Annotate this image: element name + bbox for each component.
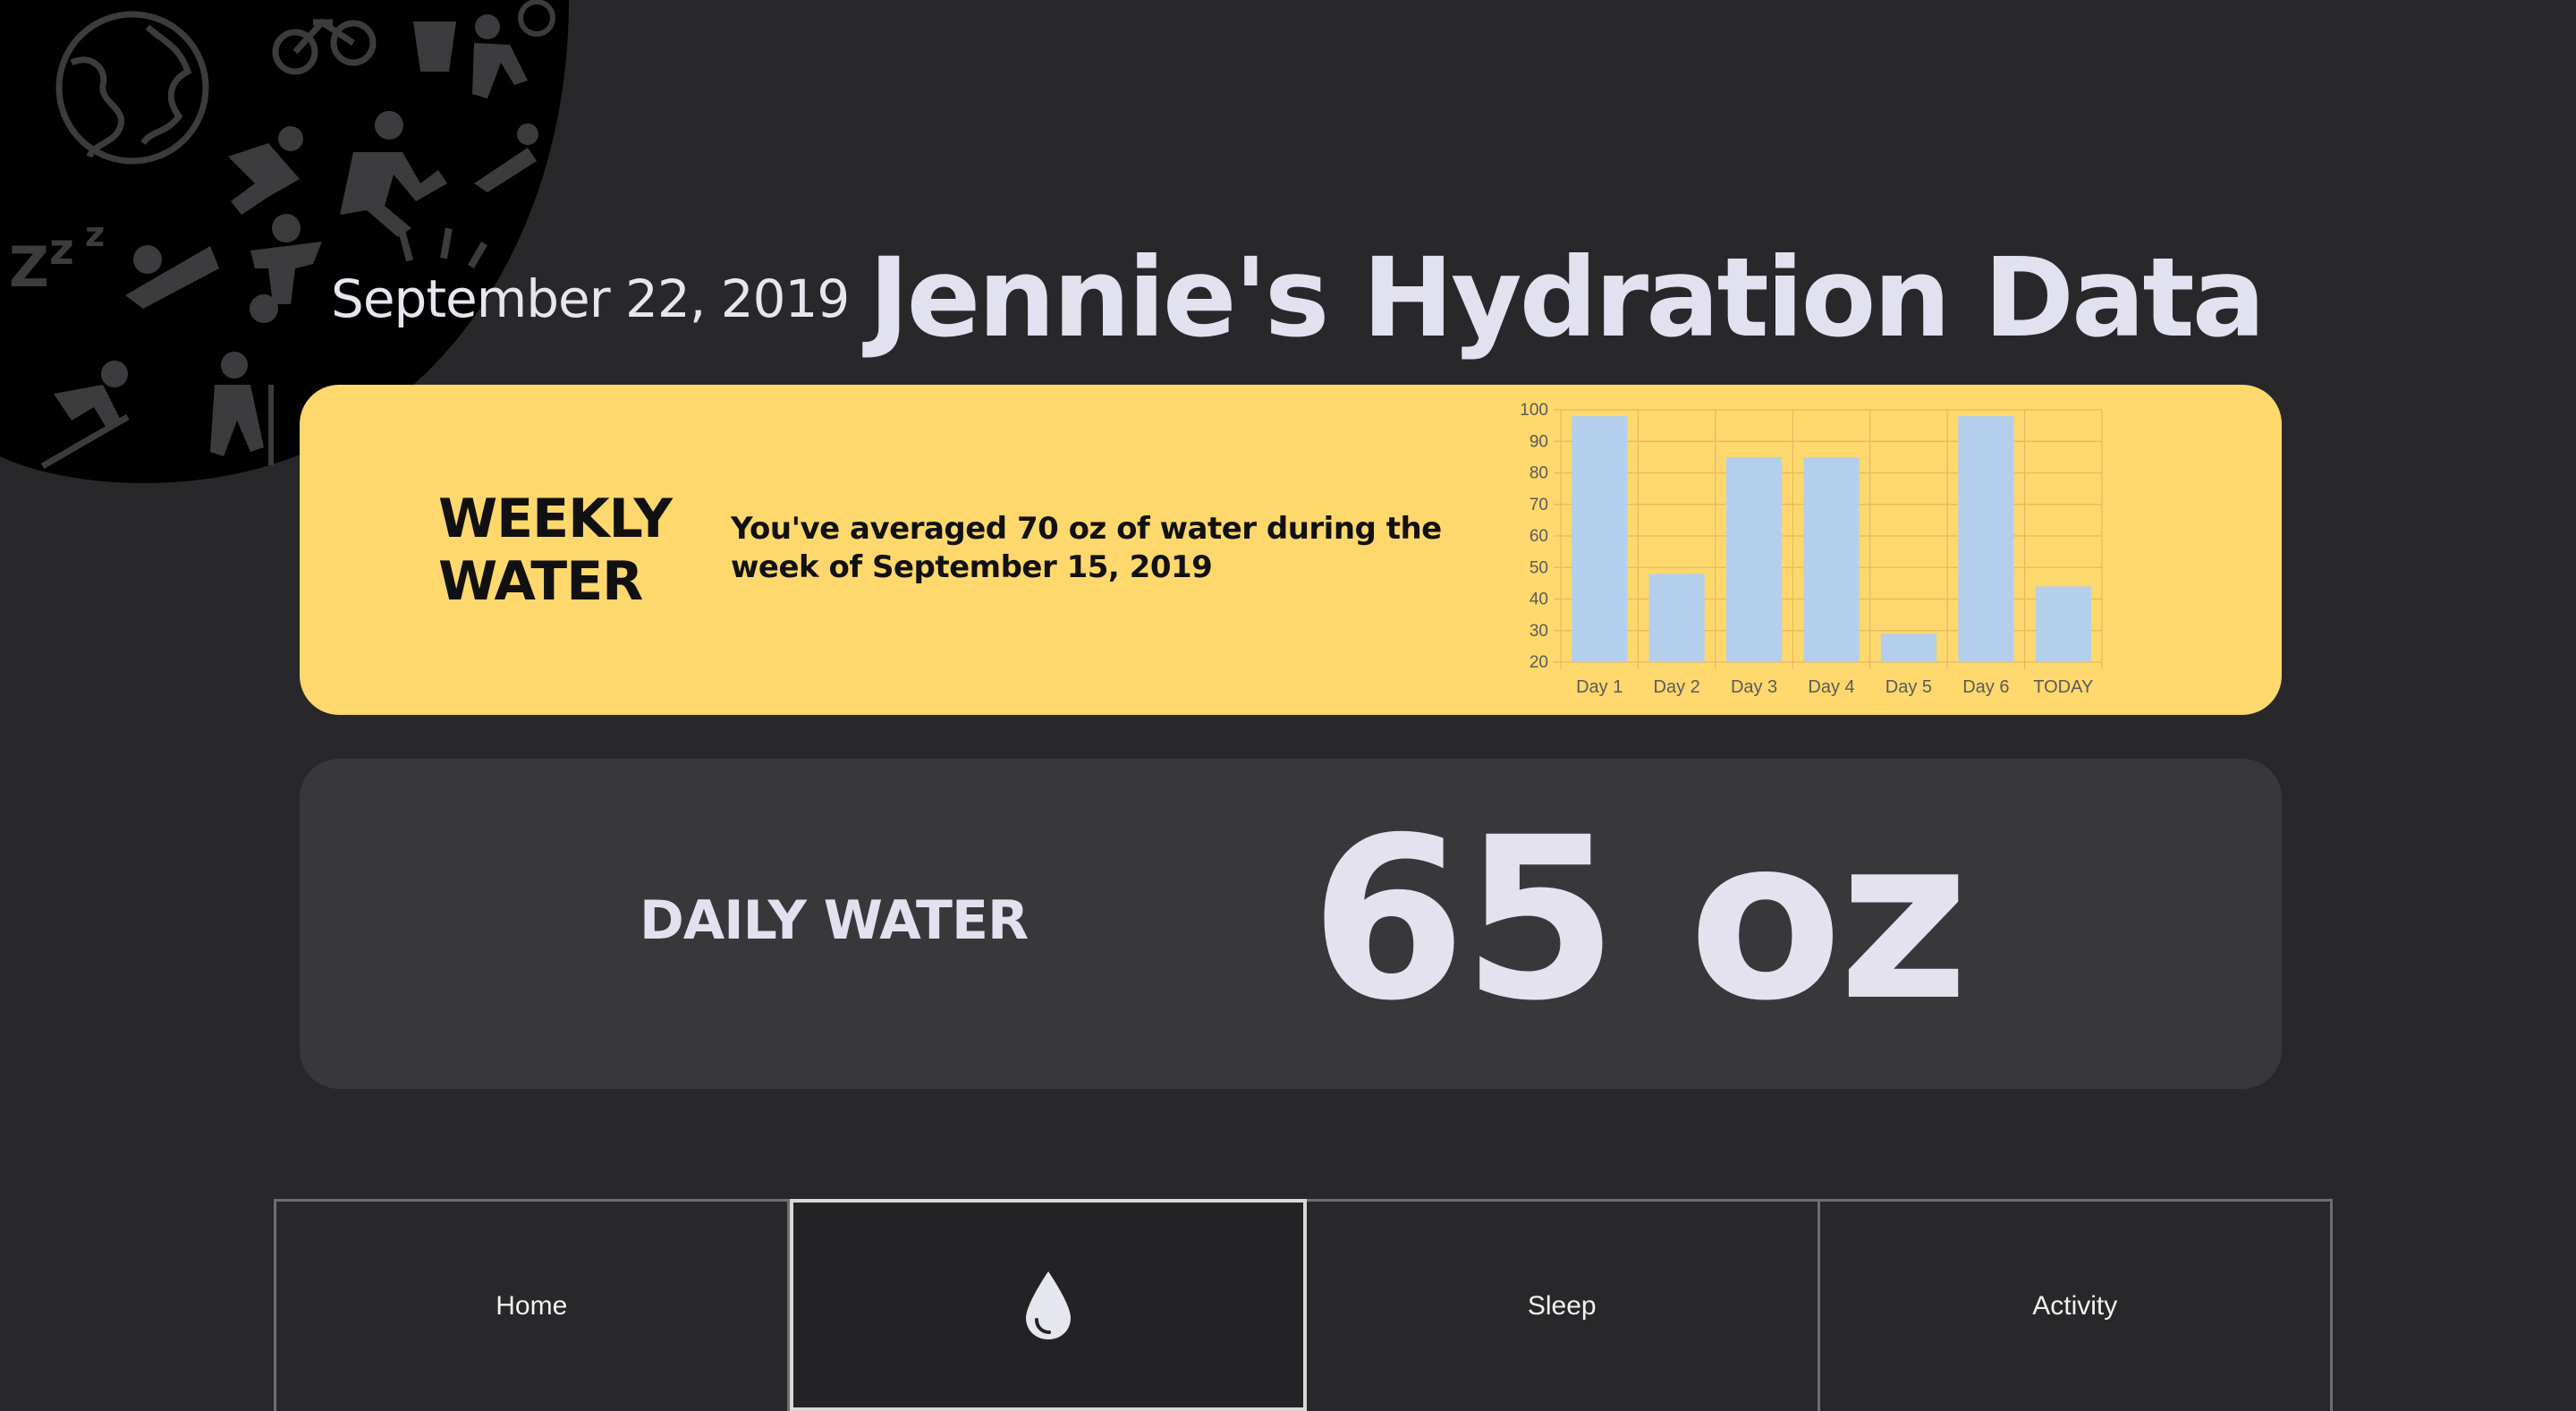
svg-text:z: z bbox=[49, 225, 74, 275]
chart-y-tick-label: 60 bbox=[1530, 527, 1548, 546]
weekly-summary-text: You've averaged 70 oz of water during th… bbox=[731, 511, 1442, 585]
water-drop-icon bbox=[1025, 1271, 1071, 1339]
weekly-water-bar-chart: 20 30 40 50 60 70 80 90 100 Day 1 Day 2 Day 3 Day 4 D… bbox=[1520, 401, 2103, 697]
chart-x-tick-label: Day 5 bbox=[1885, 677, 1932, 697]
chart-y-tick-label: 50 bbox=[1530, 558, 1548, 577]
chart-bar bbox=[1648, 574, 1705, 662]
cup-icon bbox=[413, 21, 456, 72]
chart-y-tick-label: 70 bbox=[1530, 496, 1548, 514]
chart-x-tick-label: Day 6 bbox=[1962, 677, 2009, 697]
current-date: September 22, 2019 bbox=[331, 268, 850, 329]
weekly-water-title: WEEKLY WATER bbox=[438, 488, 707, 613]
nav-tab-activity[interactable]: Activity bbox=[1819, 1199, 2333, 1411]
daily-water-card: DAILY WATER 65 oz bbox=[300, 759, 2282, 1089]
chart-x-tick-label: Day 2 bbox=[1654, 677, 1700, 697]
chart-bar bbox=[1725, 456, 1783, 662]
weekly-title-line-2: WATER bbox=[438, 549, 643, 613]
chart-bar bbox=[2035, 586, 2091, 662]
nav-tab-activity-label: Activity bbox=[2032, 1291, 2118, 1321]
chart-y-tick-label: 30 bbox=[1530, 622, 1548, 641]
chart-bar bbox=[1880, 633, 1937, 662]
nav-tab-sleep-label: Sleep bbox=[1527, 1291, 1597, 1321]
chart-bar bbox=[1803, 456, 1860, 662]
page-title: Jennie's Hydration Data bbox=[869, 234, 2266, 361]
svg-text:z: z bbox=[85, 215, 105, 254]
chart-x-tick-label: Day 3 bbox=[1731, 677, 1777, 697]
bottom-navigation: Home Sleep Activity bbox=[274, 1199, 2333, 1411]
chart-y-tick-label: 90 bbox=[1530, 432, 1548, 451]
chart-bar bbox=[1572, 416, 1628, 662]
chart-x-tick-label: Day 4 bbox=[1808, 677, 1854, 697]
nav-tab-home[interactable]: Home bbox=[274, 1199, 790, 1411]
chart-bar bbox=[1958, 416, 2014, 662]
weekly-title-line-1: WEEKLY bbox=[438, 488, 673, 550]
chart-x-tick-label: Day 1 bbox=[1576, 677, 1623, 697]
daily-water-value: 65 oz bbox=[1310, 789, 1969, 1050]
weekly-water-card: WEEKLY WATER You've averaged 70 oz of wa… bbox=[300, 385, 2282, 715]
nav-tab-sleep[interactable]: Sleep bbox=[1307, 1199, 1820, 1411]
chart-y-tick-label: 40 bbox=[1530, 591, 1548, 609]
chart-y-tick-label: 80 bbox=[1530, 464, 1548, 483]
chart-y-tick-label: 100 bbox=[1520, 401, 1548, 420]
nav-tab-hydration[interactable] bbox=[789, 1199, 1307, 1411]
chart-x-tick-label: TODAY bbox=[2033, 677, 2093, 697]
svg-text:Z: Z bbox=[9, 234, 49, 300]
nav-tab-home-label: Home bbox=[496, 1291, 568, 1321]
chart-y-tick-label: 20 bbox=[1530, 653, 1548, 672]
daily-water-label: DAILY WATER bbox=[640, 889, 1029, 952]
